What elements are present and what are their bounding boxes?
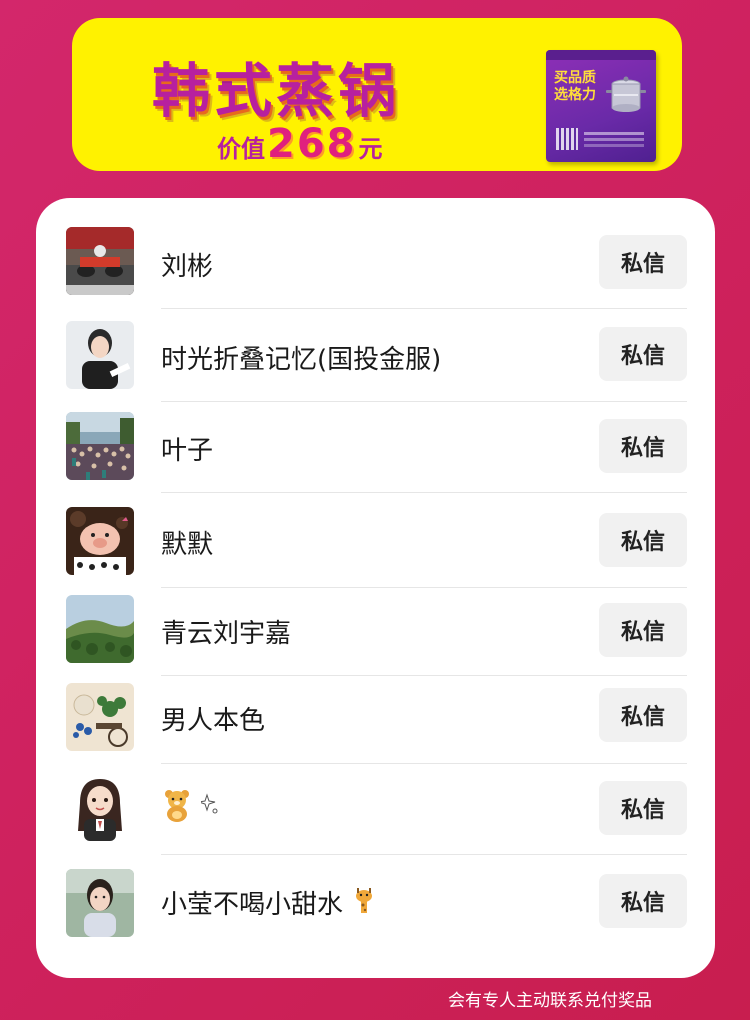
box-top-strip bbox=[546, 50, 656, 60]
list-item: 叶子 私信 bbox=[36, 402, 715, 493]
avatar[interactable] bbox=[66, 227, 134, 295]
avatar[interactable] bbox=[66, 595, 134, 663]
product-box-image: 买品质选格力 bbox=[546, 50, 656, 162]
list-item: 男人本色 私信 bbox=[36, 676, 715, 766]
woman-portrait bbox=[66, 321, 134, 389]
username: 小莹不喝小甜水 bbox=[161, 884, 377, 924]
cartoon-girl-illustration bbox=[66, 773, 134, 841]
winner-list-card: 刘彬 私信 时光折叠记忆(国投金服) 私信 叶子 私信 默默 私信 青云刘宇嘉 … bbox=[36, 198, 715, 978]
prize-banner: 韩式蒸锅 价值 268 元 买品质选格力 bbox=[72, 18, 682, 171]
list-item: 小莹不喝小甜水 私信 bbox=[36, 860, 715, 950]
row-divider bbox=[161, 492, 687, 493]
username bbox=[161, 788, 221, 829]
crowd-photo bbox=[66, 412, 134, 480]
avatar[interactable] bbox=[66, 683, 134, 751]
private-message-button[interactable]: 私信 bbox=[599, 235, 687, 289]
sparkle-icon bbox=[199, 793, 221, 824]
giraffe-icon bbox=[351, 887, 377, 924]
username: 默默 bbox=[161, 530, 214, 560]
list-item: 青云刘宇嘉 私信 bbox=[36, 587, 715, 677]
private-message-button[interactable]: 私信 bbox=[599, 874, 687, 928]
value-amount: 268 bbox=[267, 121, 357, 167]
row-divider bbox=[161, 854, 687, 855]
private-message-button[interactable]: 私信 bbox=[599, 603, 687, 657]
private-message-button[interactable]: 私信 bbox=[599, 688, 687, 742]
avatar[interactable] bbox=[66, 869, 134, 937]
banner-value: 价值 268 元 bbox=[217, 121, 383, 167]
teddy-bear-icon bbox=[161, 788, 193, 829]
kart-racing-photo bbox=[66, 227, 134, 295]
username: 叶子 bbox=[161, 436, 214, 466]
avatar[interactable] bbox=[66, 773, 134, 841]
qr-code-icon bbox=[556, 128, 578, 150]
woman-outdoor-photo bbox=[66, 869, 134, 937]
avatar[interactable] bbox=[66, 507, 134, 575]
pig-toy-photo bbox=[66, 507, 134, 575]
value-prefix: 价值 bbox=[217, 135, 265, 163]
product-box-label: 买品质选格力 bbox=[554, 70, 596, 103]
username: 时光折叠记忆(国投金服) bbox=[161, 345, 442, 375]
list-item: 默默 私信 bbox=[36, 494, 715, 588]
list-item: 私信 bbox=[36, 764, 715, 855]
private-message-button[interactable]: 私信 bbox=[599, 781, 687, 835]
username-text: 小莹不喝小甜水 bbox=[161, 890, 344, 920]
username: 青云刘宇嘉 bbox=[161, 619, 292, 649]
list-item: 刘彬 私信 bbox=[36, 218, 715, 309]
footer-note: 会有专人主动联系兑付奖品 bbox=[448, 991, 652, 1011]
private-message-button[interactable]: 私信 bbox=[599, 513, 687, 567]
value-unit: 元 bbox=[358, 135, 383, 163]
steamer-pot-icon bbox=[606, 76, 646, 112]
list-item: 时光折叠记忆(国投金服) 私信 bbox=[36, 309, 715, 402]
avatar[interactable] bbox=[66, 321, 134, 389]
username: 男人本色 bbox=[161, 706, 266, 736]
username: 刘彬 bbox=[161, 252, 214, 282]
private-message-button[interactable]: 私信 bbox=[599, 327, 687, 381]
flower-cart-photo bbox=[66, 683, 134, 751]
avatar[interactable] bbox=[66, 412, 134, 480]
forest-hill-photo bbox=[66, 595, 134, 663]
box-fine-print bbox=[584, 132, 644, 135]
banner-title: 韩式蒸锅 bbox=[152, 57, 401, 125]
private-message-button[interactable]: 私信 bbox=[599, 419, 687, 473]
